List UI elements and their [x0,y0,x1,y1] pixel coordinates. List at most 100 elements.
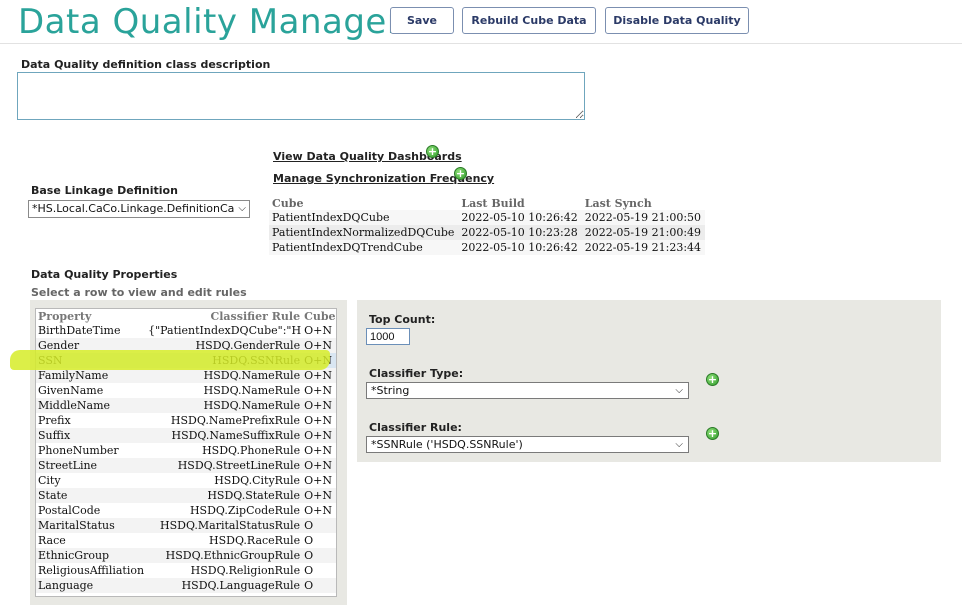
cubes-value: O+N [302,428,336,443]
table-row[interactable]: Language HSDQ.LanguageRule O [36,578,336,593]
property-name: BirthDateTime [36,323,147,338]
save-button[interactable]: Save [390,7,454,34]
cube-last-build: 2022-05-10 10:26:42 [458,210,582,225]
property-name: GivenName [36,383,147,398]
column-header-property: Property [36,309,147,323]
rebuild-cube-data-button[interactable]: Rebuild Cube Data [462,7,596,34]
property-name: Gender [36,338,147,353]
cube-name: PatientIndexNormalizedDQCube [269,225,459,240]
property-name: Suffix [36,428,147,443]
classifier-rule: HSDQ.CityRule [146,473,303,488]
add-icon[interactable]: + [426,145,439,158]
table-row[interactable]: MiddleName HSDQ.NameRule O+N [36,398,336,413]
property-name: StreetLine [36,458,147,473]
column-header-cubes: Cubes [302,309,336,323]
table-row[interactable]: FamilyName HSDQ.NameRule O+N [36,368,336,383]
chevron-down-icon: ⌵ [675,385,683,396]
property-name: PostalCode [36,503,147,518]
cubes-value: O+N [302,323,336,338]
add-icon[interactable]: + [454,167,467,180]
table-row[interactable]: Suffix HSDQ.NameSuffixRule O+N [36,428,336,443]
page-title: Data Quality Manager [18,2,402,42]
cubes-value: O+N [302,413,336,428]
table-row[interactable]: ReligiousAffiliation HSDQ.ReligionRule O [36,563,336,578]
property-name: EthnicGroup [36,548,147,563]
cube-name: PatientIndexDQCube [269,210,459,225]
properties-title: Data Quality Properties [31,268,178,281]
cubes-value: O [302,578,336,593]
classifier-rule: HSDQ.ZipCodeRule [146,503,303,518]
cubes-value: O+N [302,473,336,488]
column-header-last-synch: Last Synch [581,195,706,210]
top-count-input[interactable] [366,328,410,345]
base-linkage-select[interactable]: *HS.Local.CaCo.Linkage.DefinitionCa ⌵ [28,200,250,218]
base-linkage-value: *HS.Local.CaCo.Linkage.DefinitionCa [32,202,235,215]
table-row: PatientIndexDQCube 2022-05-10 10:26:42 2… [269,210,706,225]
cubes-value: O+N [302,368,336,383]
table-row[interactable]: State HSDQ.StateRule O+N [36,488,336,503]
cubes-value: O+N [302,458,336,473]
cube-last-synch: 2022-05-19 21:00:50 [581,210,706,225]
table-row[interactable]: SSN HSDQ.SSNRule O+N [36,353,336,368]
classifier-rule: HSDQ.RaceRule [146,533,303,548]
property-name: Language [36,578,147,593]
property-name: MiddleName [36,398,147,413]
cube-last-synch: 2022-05-19 21:00:49 [581,225,706,240]
classifier-type-value: *String [371,384,410,397]
classifier-rule: {"PatientIndexDQCube":"HS... [146,323,303,338]
cubes-value: O+N [302,398,336,413]
cubes-value: O [302,533,336,548]
disable-data-quality-button[interactable]: Disable Data Quality [605,7,749,34]
property-name: Prefix [36,413,147,428]
table-row[interactable]: PostalCode HSDQ.ZipCodeRule O+N [36,503,336,518]
classifier-rule: HSDQ.NamePrefixRule [146,413,303,428]
cubes-value: O+N [302,353,336,368]
cubes-value: O+N [302,443,336,458]
table-row[interactable]: Race HSDQ.RaceRule O [36,533,336,548]
classifier-rule: HSDQ.SSNRule [146,353,303,368]
classifier-rule: HSDQ.GenderRule [146,338,303,353]
add-classifier-rule-icon[interactable]: + [706,427,719,440]
properties-list[interactable]: Property Classifier Rule Cubes BirthDate… [35,308,337,597]
cubes-table: Cube Last Build Last Synch PatientIndexD… [269,195,706,255]
classifier-rule-select[interactable]: *SSNRule ('HSDQ.SSNRule') ⌵ [366,436,689,453]
properties-table: Property Classifier Rule Cubes BirthDate… [36,309,336,593]
property-name: State [36,488,147,503]
property-name: PhoneNumber [36,443,147,458]
table-row[interactable]: BirthDateTime {"PatientIndexDQCube":"HS..… [36,323,336,338]
cube-last-build: 2022-05-10 10:26:42 [458,240,582,255]
classifier-rule: HSDQ.NameRule [146,368,303,383]
classifier-rule: HSDQ.StreetLineRule [146,458,303,473]
column-header-cube: Cube [269,195,459,210]
table-row[interactable]: City HSDQ.CityRule O+N [36,473,336,488]
table-row[interactable]: GivenName HSDQ.NameRule O+N [36,383,336,398]
classifier-type-select[interactable]: *String ⌵ [366,382,689,399]
table-row[interactable]: Prefix HSDQ.NamePrefixRule O+N [36,413,336,428]
table-row[interactable]: Gender HSDQ.GenderRule O+N [36,338,336,353]
cubes-value: O+N [302,383,336,398]
table-row[interactable]: MaritalStatus HSDQ.MaritalStatusRule O [36,518,336,533]
table-row[interactable]: PhoneNumber HSDQ.PhoneRule O+N [36,443,336,458]
classifier-rule: HSDQ.LanguageRule [146,578,303,593]
add-classifier-type-icon[interactable]: + [706,373,719,386]
table-row[interactable]: StreetLine HSDQ.StreetLineRule O+N [36,458,336,473]
top-count-label: Top Count: [369,313,436,326]
property-name: ReligiousAffiliation [36,563,147,578]
property-name: City [36,473,147,488]
cubes-value: O+N [302,503,336,518]
cubes-table-header: Cube Last Build Last Synch [269,195,706,210]
classifier-rule: HSDQ.MaritalStatusRule [146,518,303,533]
classifier-type-label: Classifier Type: [369,367,464,380]
cubes-value: O [302,563,336,578]
cubes-value: O [302,548,336,563]
classifier-rule: HSDQ.NameSuffixRule [146,428,303,443]
table-row[interactable]: EthnicGroup HSDQ.EthnicGroupRule O [36,548,336,563]
column-header-last-build: Last Build [458,195,582,210]
classifier-rule: HSDQ.PhoneRule [146,443,303,458]
header-divider [0,43,962,44]
description-textarea[interactable] [17,72,585,120]
cubes-value: O+N [302,338,336,353]
properties-table-header: Property Classifier Rule Cubes [36,309,336,323]
property-name: SSN [36,353,147,368]
table-row: PatientIndexDQTrendCube 2022-05-10 10:26… [269,240,706,255]
